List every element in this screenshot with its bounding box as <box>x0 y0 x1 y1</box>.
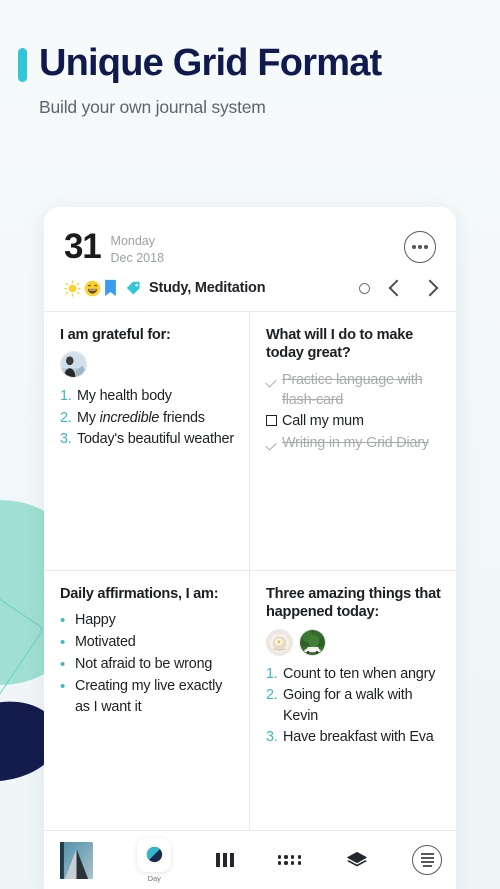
dot <box>424 245 428 249</box>
layers-icon[interactable] <box>346 851 368 869</box>
page-title: Unique Grid Format <box>39 42 382 84</box>
list-item: 2. Going for a walk with Kevin <box>266 685 442 726</box>
list-number: 1. <box>266 665 278 682</box>
checkbox-icon[interactable] <box>266 411 282 432</box>
grid-cell-grateful[interactable]: I am grateful for: 1. My health body 2. … <box>44 312 250 571</box>
circle-icon[interactable] <box>359 282 370 294</box>
entry-pager <box>359 279 439 297</box>
list-item: 1. My health body <box>60 386 235 406</box>
dot <box>412 245 416 249</box>
app-logo-icon[interactable] <box>60 841 93 879</box>
list-number: 2. <box>266 687 278 704</box>
check-icon[interactable] <box>265 433 282 454</box>
list-item: • Not afraid to be wrong <box>60 654 235 676</box>
day-number: 31 <box>64 227 102 266</box>
checklist-item[interactable]: Call my mum <box>266 411 442 432</box>
tag-icon[interactable] <box>125 280 142 297</box>
list-item: • Creating my live exactly as I want it <box>60 676 235 718</box>
list-text: Happy <box>75 612 116 629</box>
bullet-icon: • <box>60 634 66 652</box>
list-text: Motivated <box>75 634 136 651</box>
dot <box>418 245 422 249</box>
checklist: Practice language with flash-card Call m… <box>265 370 442 455</box>
chevron-left-icon[interactable] <box>388 279 406 297</box>
person-photo-thumbnail[interactable] <box>60 351 87 379</box>
smiley-icon[interactable] <box>84 280 101 297</box>
list-text: Today's beautiful weather <box>77 431 234 448</box>
nav-item-month[interactable] <box>277 855 302 865</box>
more-options-button[interactable] <box>404 231 436 263</box>
chevron-right-icon[interactable] <box>421 279 439 297</box>
italic-emphasis: incredible <box>99 409 160 426</box>
day-view-icon[interactable] <box>137 837 172 872</box>
tag-row: Study, Meditation <box>44 266 456 311</box>
thumbnail-row <box>60 351 235 379</box>
checklist-item[interactable]: Practice language with flash-card <box>265 370 442 410</box>
list-number: 1. <box>60 388 72 405</box>
checklist-item[interactable]: Writing in my Grid Diary <box>265 433 442 454</box>
week-view-icon[interactable] <box>215 853 234 867</box>
month-view-icon[interactable] <box>277 855 302 865</box>
check-icon[interactable] <box>265 370 282 410</box>
list-text: My health body <box>77 388 172 405</box>
checklist-text: Call my mum <box>282 413 364 430</box>
page-subtitle: Build your own journal system <box>39 96 266 117</box>
journal-grid: I am grateful for: 1. My health body 2. … <box>44 311 456 830</box>
bottom-navigation: Day <box>44 830 456 889</box>
nav-item-label: Day <box>147 873 161 883</box>
title-row: Unique Grid Format <box>18 42 480 84</box>
list-menu-icon[interactable] <box>412 845 443 875</box>
nav-item-week[interactable] <box>215 853 234 867</box>
sun-icon[interactable] <box>64 279 81 297</box>
month-year-label: Dec 2018 <box>110 250 165 265</box>
list-text: Count to ten when angry <box>283 665 436 682</box>
bullet-icon: • <box>60 612 66 630</box>
list-number: 3. <box>266 729 278 746</box>
list-item: • Happy <box>60 610 235 632</box>
bullet-icon: • <box>60 655 66 673</box>
list-item: 3. Today's beautiful weather <box>60 429 235 449</box>
list-number: 3. <box>60 431 72 448</box>
date-header: 31 Monday Dec 2018 <box>44 207 456 266</box>
numbered-list: 1. Count to ten when angry 2. Going for … <box>266 664 442 748</box>
nav-item-list[interactable] <box>412 845 443 875</box>
list-text: Going for a walk with Kevin <box>283 687 413 724</box>
list-item: 2. My incredible friends <box>60 408 235 428</box>
tags-label[interactable]: Study, Meditation <box>149 280 266 296</box>
grid-cell-amazing-things[interactable]: Three amazing things that happened today… <box>250 571 456 830</box>
car-greenery-photo-thumbnail[interactable] <box>299 628 326 656</box>
list-item: • Motivated <box>60 632 235 654</box>
nav-item-layers[interactable] <box>346 851 368 869</box>
bullet-icon: • <box>60 677 66 695</box>
grid-cell-affirmations[interactable]: Daily affirmations, I am: • Happy • Moti… <box>44 571 250 830</box>
date-subtext: Monday Dec 2018 <box>111 233 165 266</box>
list-item: 3. Have breakfast with Eva <box>266 727 442 747</box>
bullet-list: • Happy • Motivated • Not afraid to be w… <box>60 610 235 717</box>
list-text: Creating my live exactly as I want it <box>75 677 223 715</box>
page-root: Unique Grid Format Build your own journa… <box>0 0 500 889</box>
cell-title: What will I do to make today great? <box>266 327 413 362</box>
nav-item-day[interactable]: Day <box>137 837 172 883</box>
bookmark-icon[interactable] <box>104 279 117 297</box>
numbered-list: 1. My health body 2. My incredible frien… <box>60 386 235 449</box>
accent-bar <box>18 48 27 83</box>
list-text: Not afraid to be wrong <box>75 655 213 672</box>
phone-card: 31 Monday Dec 2018 Study, Meditation I a… <box>44 207 456 889</box>
list-number: 2. <box>60 409 72 426</box>
page-header: Unique Grid Format Build your own journa… <box>0 0 500 118</box>
list-text: Have breakfast with Eva <box>283 729 434 746</box>
cell-title: Daily affirmations, I am: <box>60 586 219 602</box>
cell-title: I am grateful for: <box>60 327 171 343</box>
list-item: 1. Count to ten when angry <box>266 664 442 684</box>
weekday-label: Monday <box>110 234 156 248</box>
food-plate-photo-thumbnail[interactable] <box>266 628 293 656</box>
cell-title: Three amazing things that happened today… <box>266 586 441 621</box>
thumbnail-row <box>266 628 442 656</box>
checklist-text: Practice language with flash-card <box>282 371 423 408</box>
list-text: My incredible friends <box>77 409 205 426</box>
grid-cell-today-great[interactable]: What will I do to make today great? Prac… <box>250 312 456 571</box>
teal-outline-square-decoration <box>0 581 45 699</box>
checklist-text: Writing in my Grid Diary <box>282 435 429 452</box>
